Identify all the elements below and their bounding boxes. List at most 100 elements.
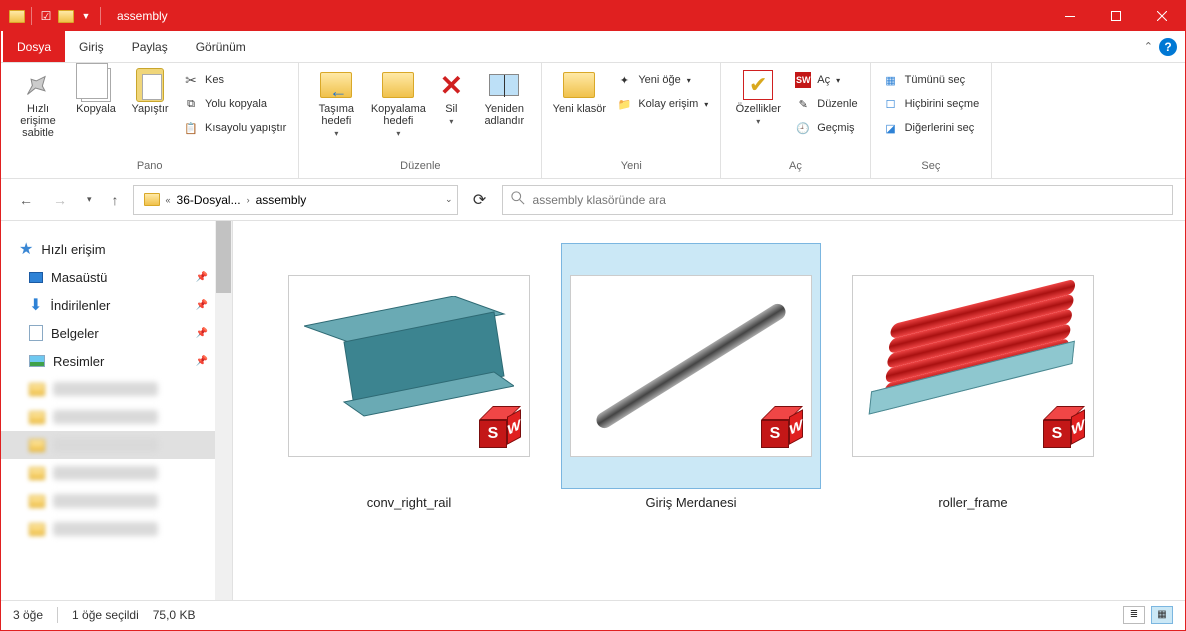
paste-button[interactable]: Yapıştır <box>125 67 175 117</box>
select-all-button[interactable]: ▦Tümünü seç <box>883 69 980 91</box>
nav-documents[interactable]: Belgeler📌 <box>1 319 232 347</box>
search-input[interactable] <box>533 193 1164 207</box>
invert-selection-button[interactable]: ◪Diğerlerini seç <box>883 117 980 139</box>
pin-icon: 📌 <box>196 356 208 367</box>
nav-desktop[interactable]: Masaüstü📌 <box>1 263 232 291</box>
qat-dropdown-icon[interactable]: ▼ <box>78 8 94 24</box>
details-view-button[interactable]: ≣ <box>1123 606 1145 624</box>
window-title: assembly <box>117 9 168 23</box>
open-button[interactable]: SWAç ▾ <box>795 69 857 91</box>
edit-icon: ✎ <box>795 96 811 112</box>
file-item[interactable]: SW roller_frame <box>843 243 1103 578</box>
sw-open-icon: SW <box>795 72 811 88</box>
invert-selection-icon: ◪ <box>883 120 899 136</box>
file-thumbnail: SW <box>843 243 1103 489</box>
select-all-icon: ▦ <box>883 72 899 88</box>
back-button[interactable]: ← <box>13 189 39 211</box>
up-button[interactable]: ↑ <box>106 189 125 211</box>
search-box[interactable] <box>502 185 1173 215</box>
nav-item-hidden[interactable] <box>1 459 232 487</box>
address-bar: ← → ▾ ↑ « 36-Dosyal... › assembly ⌄ ⟳ <box>1 179 1185 221</box>
nav-item-hidden[interactable] <box>1 375 232 403</box>
move-to-button[interactable]: ←Taşıma hedefi▾ <box>307 67 365 140</box>
new-folder-button[interactable]: Yeni klasör <box>550 67 608 117</box>
copy-path-button[interactable]: ⧉Yolu kopyala <box>183 93 286 115</box>
folder-icon <box>29 411 45 424</box>
chevron-down-icon[interactable]: ⌄ <box>445 194 453 205</box>
new-item-button[interactable]: ✦Yeni öğe ▾ <box>616 69 708 91</box>
edit-button[interactable]: ✎Düzenle <box>795 93 857 115</box>
forward-button[interactable]: → <box>47 189 73 211</box>
group-select: ▦Tümünü seç ☐Hiçbirini seçme ◪Diğerlerin… <box>871 63 993 178</box>
nav-item-hidden-selected[interactable] <box>1 431 232 459</box>
nav-downloads[interactable]: ⬇İndirilenler📌 <box>1 291 232 319</box>
close-button[interactable] <box>1139 1 1185 31</box>
delete-button[interactable]: ✕Sil▾ <box>431 67 471 128</box>
breadcrumb[interactable]: « 36-Dosyal... › assembly ⌄ <box>133 185 458 215</box>
folder-icon <box>144 193 160 206</box>
star-icon: ★ <box>19 239 33 259</box>
recent-locations-button[interactable]: ▾ <box>81 191 98 208</box>
tab-view[interactable]: Görünüm <box>182 31 260 62</box>
thumbnails-view-button[interactable]: ▦ <box>1151 606 1173 624</box>
file-name: conv_right_rail <box>367 495 452 510</box>
maximize-button[interactable] <box>1093 1 1139 31</box>
file-thumbnail: SW <box>279 243 539 489</box>
tab-file[interactable]: Dosya <box>3 31 65 62</box>
help-icon[interactable]: ? <box>1159 38 1177 56</box>
pin-icon: 📌 <box>196 300 208 311</box>
folder-icon <box>29 467 45 480</box>
solidworks-badge-icon: SW <box>761 406 805 450</box>
paste-shortcut-button[interactable]: 📋Kısayolu yapıştır <box>183 117 286 139</box>
nav-pictures[interactable]: Resimler📌 <box>1 347 232 375</box>
folder-qat-icon[interactable] <box>58 8 74 24</box>
breadcrumb-seg2[interactable]: assembly <box>250 193 313 207</box>
nav-scrollbar[interactable] <box>215 221 232 600</box>
scrollbar-thumb[interactable] <box>216 221 231 293</box>
folder-icon <box>29 383 45 396</box>
properties-qat-icon[interactable]: ☑ <box>38 8 54 24</box>
status-selection: 1 öğe seçildi <box>72 608 139 622</box>
file-item-selected[interactable]: SW Giriş Merdanesi <box>561 243 821 578</box>
search-icon <box>511 191 525 208</box>
paste-icon <box>134 69 166 101</box>
history-icon: 🕘 <box>795 120 811 136</box>
copy-to-icon <box>382 69 414 101</box>
nav-item-hidden[interactable] <box>1 403 232 431</box>
content-area: ★Hızlı erişim Masaüstü📌 ⬇İndirilenler📌 B… <box>1 221 1185 600</box>
breadcrumb-root[interactable] <box>138 193 166 206</box>
status-item-count: 3 öğe <box>13 608 43 622</box>
history-button[interactable]: 🕘Geçmiş <box>795 117 857 139</box>
select-none-button[interactable]: ☐Hiçbirini seçme <box>883 93 980 115</box>
move-to-icon: ← <box>320 69 352 101</box>
easy-access-button[interactable]: 📁Kolay erişim ▾ <box>616 93 708 115</box>
folder-icon <box>29 495 45 508</box>
pin-quick-access-button[interactable]: Hızlı erişime sabitle <box>9 67 67 141</box>
file-list[interactable]: SW conv_right_rail SW Giriş Merdanesi <box>233 221 1185 600</box>
rename-button[interactable]: Yeniden adlandır <box>475 67 533 129</box>
file-item[interactable]: SW conv_right_rail <box>279 243 539 578</box>
refresh-button[interactable]: ⟳ <box>466 190 494 210</box>
collapse-ribbon-icon[interactable]: ⌃ <box>1144 40 1153 53</box>
cut-button[interactable]: ✂Kes <box>183 69 286 91</box>
nav-quick-access[interactable]: ★Hızlı erişim <box>1 235 232 263</box>
pin-icon: 📌 <box>196 328 208 339</box>
copy-to-button[interactable]: Kopyalama hedefi▾ <box>369 67 427 140</box>
nav-item-hidden[interactable] <box>1 515 232 543</box>
nav-item-hidden[interactable] <box>1 487 232 515</box>
tab-home[interactable]: Giriş <box>65 31 118 62</box>
properties-button[interactable]: ✔Özellikler▾ <box>729 67 787 128</box>
group-new: Yeni klasör ✦Yeni öğe ▾ 📁Kolay erişim ▾ … <box>542 63 721 178</box>
file-name: Giriş Merdanesi <box>645 495 736 510</box>
delete-icon: ✕ <box>435 69 467 101</box>
copy-button[interactable]: Kopyala <box>71 67 121 117</box>
status-bar: 3 öğe 1 öğe seçildi 75,0 KB ≣ ▦ <box>1 600 1185 628</box>
folder-icon <box>9 8 25 24</box>
breadcrumb-seg1[interactable]: 36-Dosyal... <box>171 193 247 207</box>
part-preview-icon <box>593 301 788 431</box>
minimize-button[interactable] <box>1047 1 1093 31</box>
group-clipboard: Hızlı erişime sabitle Kopyala Yapıştır ✂… <box>1 63 299 178</box>
tab-share[interactable]: Paylaş <box>118 31 182 62</box>
downloads-icon: ⬇ <box>29 295 42 315</box>
group-open: ✔Özellikler▾ SWAç ▾ ✎Düzenle 🕘Geçmiş Aç <box>721 63 870 178</box>
